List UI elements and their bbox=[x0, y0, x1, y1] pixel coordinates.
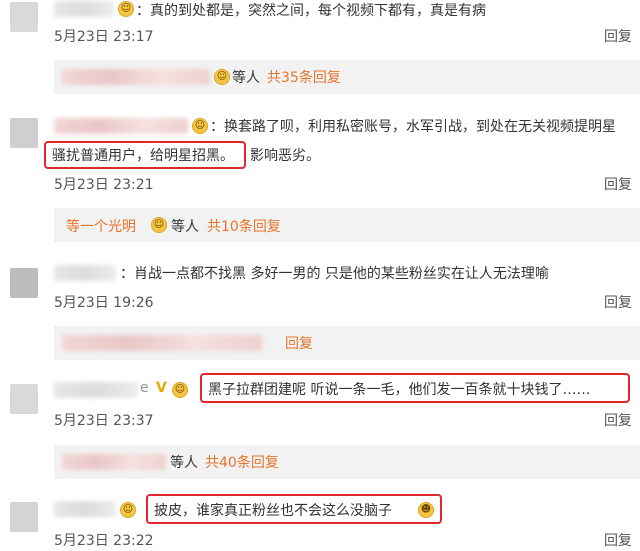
sub-replies-bar[interactable] bbox=[54, 208, 640, 242]
grin-emoji-icon: ☺ bbox=[192, 118, 208, 134]
avatar[interactable] bbox=[10, 2, 38, 32]
reply-button[interactable]: 回复 bbox=[604, 26, 632, 46]
comment-text-highlight: 披皮，谁家真正粉丝也不会这么没脑子 bbox=[154, 503, 392, 519]
comment-text-highlight: 黑子拉群团建呢 听说一条一毛，他们发一百条就十块钱了…… bbox=[208, 382, 591, 398]
comment-text: ：真的到处都是，突然之间，每个视频下都有，真是有病 bbox=[136, 3, 486, 19]
grin-emoji-icon: ☺ bbox=[120, 502, 136, 518]
comment-time: 5月23日 23:21 bbox=[54, 177, 154, 193]
username-blurred[interactable] bbox=[54, 501, 116, 517]
comment-text-line1: ：换套路了呗，利用私密账号，水军引战，到处在无关视频提明星 bbox=[210, 119, 616, 135]
comment-text-tail: 影响恶劣。 bbox=[250, 148, 320, 164]
grin-emoji-icon: ☺ bbox=[118, 1, 134, 17]
sub-reply-names-blurred bbox=[62, 454, 166, 470]
reply-button[interactable]: 回复 bbox=[604, 530, 632, 550]
avatar[interactable] bbox=[10, 268, 38, 298]
username-blurred[interactable] bbox=[54, 118, 188, 134]
reply-button[interactable]: 回复 bbox=[604, 292, 632, 312]
avatar[interactable] bbox=[10, 118, 38, 148]
sub-reply-first-name[interactable]: 等一个光明 bbox=[66, 216, 136, 236]
grin-emoji-icon: ☺ bbox=[151, 217, 167, 233]
grin-emoji-icon: ☺ bbox=[214, 69, 230, 85]
comment-time: 5月23日 23:37 bbox=[54, 413, 154, 429]
reply-button[interactable]: 回复 bbox=[604, 410, 632, 430]
avatar[interactable] bbox=[10, 502, 38, 532]
username-blurred[interactable] bbox=[54, 382, 138, 398]
comment-time: 5月23日 19:26 bbox=[54, 295, 154, 311]
avatar[interactable] bbox=[10, 384, 38, 414]
username-tail[interactable]: e bbox=[140, 380, 149, 396]
username-blurred[interactable] bbox=[54, 265, 116, 281]
username-blurred[interactable] bbox=[54, 1, 114, 17]
sub-reply-names-blurred bbox=[62, 335, 262, 351]
sub-reply-names-blurred bbox=[62, 69, 210, 85]
sub-reply-count-link[interactable]: 回复 bbox=[285, 333, 313, 353]
sub-reply-who: 等人 bbox=[171, 219, 199, 235]
sub-reply-count-link[interactable]: 共35条回复 bbox=[267, 67, 341, 87]
comment-time: 5月23日 23:22 bbox=[54, 533, 154, 549]
sub-reply-count-link[interactable]: 共40条回复 bbox=[205, 452, 279, 472]
sub-reply-who: 等人 bbox=[170, 455, 198, 471]
comment-time: 5月23日 23:17 bbox=[54, 29, 154, 45]
sub-reply-count-link[interactable]: 共10条回复 bbox=[207, 216, 281, 236]
comment-text-highlight: 骚扰普通用户，给明星招黑。 bbox=[52, 148, 234, 164]
comment-text: ：肖战一点都不找黑 多好一男的 只是他的某些粉丝实在让人无法理喻 bbox=[120, 266, 549, 282]
grin-emoji-icon: ☺ bbox=[172, 382, 188, 398]
sub-reply-who: 等人 bbox=[232, 70, 260, 86]
laughing-emoji-icon: ☻ bbox=[418, 502, 434, 518]
verified-badge-icon: V bbox=[156, 380, 167, 396]
reply-button[interactable]: 回复 bbox=[604, 174, 632, 194]
